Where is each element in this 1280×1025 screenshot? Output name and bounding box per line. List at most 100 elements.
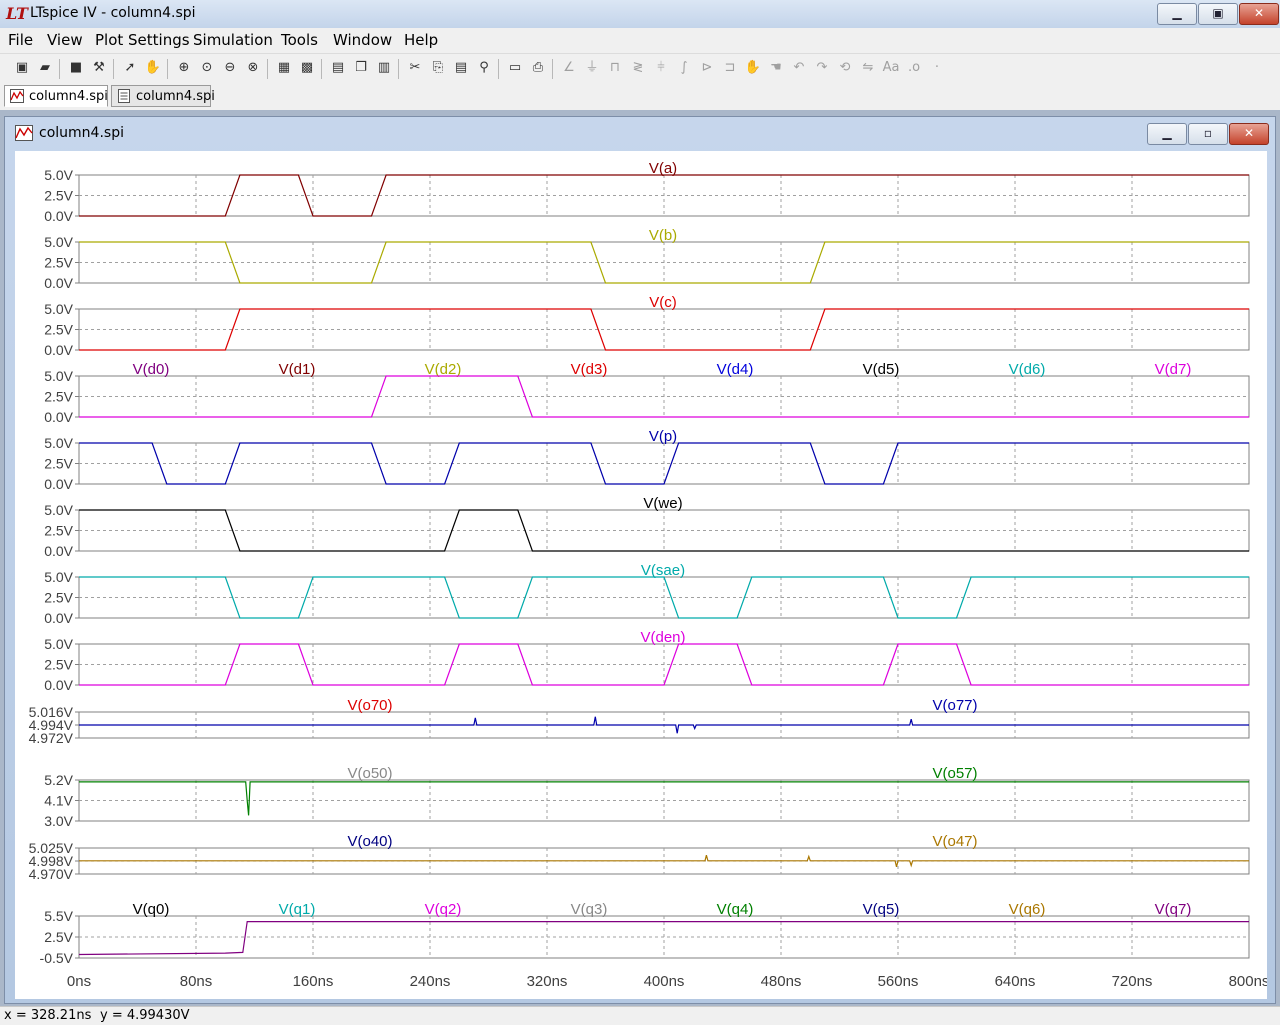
tab-waveform[interactable]: column4.spi [4, 85, 108, 107]
ground-icon[interactable]: ⏚ [582, 58, 602, 78]
child-close-button[interactable]: ✕ [1229, 123, 1269, 145]
paste-icon[interactable]: ▤ [451, 58, 471, 78]
halt-icon[interactable]: ✋ [143, 58, 163, 78]
save-icon[interactable]: ■ [66, 58, 86, 78]
component-icon[interactable]: ⊐ [720, 58, 740, 78]
waveform-plot[interactable]: 5.0V2.5V0.0VV(a)5.0V2.5V0.0VV(b)5.0V2.5V… [15, 151, 1270, 999]
resistor-icon[interactable]: ≷ [628, 58, 648, 78]
trace-label[interactable]: V(o77) [932, 697, 977, 714]
cursor-x-readout: x = 328.21ns [4, 1008, 92, 1023]
minimize-button[interactable]: ▁ [1157, 3, 1197, 25]
y-tick-label: 0.0V [44, 342, 73, 358]
close-button[interactable]: ✕ [1239, 3, 1279, 25]
trace-label[interactable]: V(q6) [1009, 901, 1046, 918]
trace-label[interactable]: V(d6) [1009, 361, 1046, 378]
toolbar-separator [498, 59, 499, 79]
rotate-icon[interactable]: ⟲ [835, 58, 855, 78]
trace-label[interactable]: V(b) [649, 227, 677, 244]
trace-label[interactable]: V(p) [649, 428, 677, 445]
trace-label[interactable]: V(q5) [863, 901, 900, 918]
toolbar-separator [113, 59, 114, 79]
control-panel-icon[interactable]: ⚒ [89, 58, 109, 78]
trace-label[interactable]: V(q0) [133, 901, 170, 918]
undefined[interactable]: · [927, 58, 947, 78]
zoom-area-icon[interactable]: ⊙ [197, 58, 217, 78]
trace-label[interactable]: V(d1) [279, 361, 316, 378]
trace-label[interactable]: V(q7) [1155, 901, 1192, 918]
trace-label[interactable]: V(o57) [932, 765, 977, 782]
zoom-in-icon[interactable]: ⊕ [174, 58, 194, 78]
trace-label[interactable]: V(d4) [717, 361, 754, 378]
trace-label[interactable]: V(o40) [347, 833, 392, 850]
menu-view[interactable]: View [47, 31, 83, 49]
trace-label[interactable]: V(d5) [863, 361, 900, 378]
tab-label: column4.spi [29, 89, 108, 104]
y-tick-label: 0.0V [44, 208, 73, 224]
trace-label[interactable]: V(d0) [133, 361, 170, 378]
plot-area[interactable]: 5.0V 2.5V 0.0V V(a) 5.0V 2.5V 0.0V V(b) 5.0V 2.5V… [15, 151, 1270, 999]
child-restore-button[interactable]: ▫ [1188, 123, 1228, 145]
y-tick-label: 5.0V [44, 435, 73, 451]
new-schematic-icon[interactable]: ▣ [12, 58, 32, 78]
find-icon[interactable]: ⚲ [474, 58, 494, 78]
label-icon[interactable]: ⊓ [605, 58, 625, 78]
y-tick-label: 2.5V [44, 188, 73, 204]
cursor-y-readout: y = 4.99430V [100, 1008, 190, 1023]
y-tick-label: 4.972V [29, 730, 74, 746]
trace-label[interactable]: V(o47) [932, 833, 977, 850]
trace-label[interactable]: V(d7) [1155, 361, 1192, 378]
tile-horizontal-icon[interactable]: ▤ [328, 58, 348, 78]
toolbar-separator [552, 59, 553, 79]
print-preview-icon[interactable]: ▭ [505, 58, 525, 78]
zoom-cancel-icon[interactable]: ⊗ [243, 58, 263, 78]
trace-label[interactable]: V(q3) [571, 901, 608, 918]
print-icon[interactable]: ⎙ [528, 58, 548, 78]
x-tick-label: 720ns [1112, 973, 1153, 990]
mirror-icon[interactable]: ⇋ [858, 58, 878, 78]
menu-bar: File View Plot Settings Simulation Tools… [0, 28, 1280, 52]
copy-icon[interactable]: ⎘ [428, 58, 448, 78]
y-tick-label: 0.0V [44, 543, 73, 559]
trace-label[interactable]: V(we) [643, 495, 682, 512]
cascade-icon[interactable]: ❐ [351, 58, 371, 78]
menu-window[interactable]: Window [333, 31, 392, 49]
wire-icon[interactable]: ∠ [559, 58, 579, 78]
inductor-icon[interactable]: ∫ [674, 58, 694, 78]
y-tick-label: -0.5V [40, 950, 74, 966]
menu-help[interactable]: Help [404, 31, 438, 49]
move-icon[interactable]: ✋ [743, 58, 763, 78]
y-tick-label: 0.0V [44, 677, 73, 693]
trace-label[interactable]: V(o50) [347, 765, 392, 782]
trace-label[interactable]: V(q2) [425, 901, 462, 918]
menu-simulation[interactable]: Simulation [193, 31, 273, 49]
y-tick-label: 5.0V [44, 234, 73, 250]
menu-file[interactable]: File [8, 31, 33, 49]
zoom-out-icon[interactable]: ⊖ [220, 58, 240, 78]
autorange-icon[interactable]: ▦ [274, 58, 294, 78]
trace-label[interactable]: V(d3) [571, 361, 608, 378]
trace-label[interactable]: V(q4) [717, 901, 754, 918]
capacitor-icon[interactable]: ⫩ [651, 58, 671, 78]
waveform-window-icon [15, 125, 33, 141]
tile-vertical-icon[interactable]: ▥ [374, 58, 394, 78]
spice-directive-icon[interactable]: .o [904, 58, 924, 78]
child-minimize-button[interactable]: ▁ [1147, 123, 1187, 145]
redo-icon[interactable]: ↷ [812, 58, 832, 78]
trace-label[interactable]: V(q1) [279, 901, 316, 918]
drag-icon[interactable]: ☚ [766, 58, 786, 78]
maximize-button[interactable]: ▣ [1198, 3, 1238, 25]
grid-icon[interactable]: ▩ [297, 58, 317, 78]
open-icon[interactable]: ▰ [35, 58, 55, 78]
tab-netlist[interactable]: column4.spi [111, 85, 215, 107]
text-icon[interactable]: Aa [881, 58, 901, 78]
trace-label[interactable]: V(c) [649, 294, 677, 311]
menu-plot-settings[interactable]: Plot Settings [95, 31, 190, 49]
y-tick-label: 5.0V [44, 368, 73, 384]
diode-icon[interactable]: ⊳ [697, 58, 717, 78]
trace-label[interactable]: V(o70) [347, 697, 392, 714]
x-tick-label: 0ns [67, 973, 91, 990]
menu-tools[interactable]: Tools [281, 31, 318, 49]
run-icon[interactable]: ➚ [120, 58, 140, 78]
undo-icon[interactable]: ↶ [789, 58, 809, 78]
cut-icon[interactable]: ✂ [405, 58, 425, 78]
